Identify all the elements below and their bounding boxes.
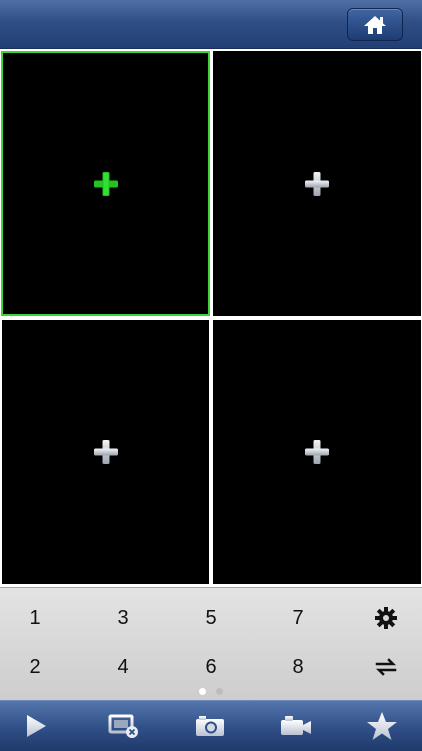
video-slot-1[interactable] <box>1 51 210 316</box>
swap-button[interactable] <box>361 652 411 682</box>
key-4[interactable]: 4 <box>98 652 148 682</box>
home-icon <box>364 15 386 34</box>
bottom-toolbar <box>0 700 422 751</box>
add-icon[interactable] <box>303 438 331 466</box>
settings-button[interactable] <box>361 603 411 633</box>
video-slot-4[interactable] <box>213 320 421 584</box>
video-grid <box>0 49 422 587</box>
camera-icon <box>196 716 224 736</box>
page-dot-1[interactable] <box>199 688 206 695</box>
key-8[interactable]: 8 <box>273 652 323 682</box>
close-stream-icon <box>108 714 138 738</box>
key-1[interactable]: 1 <box>10 603 60 633</box>
star-icon <box>367 712 397 740</box>
add-icon[interactable] <box>92 438 120 466</box>
gear-icon <box>375 607 397 629</box>
play-icon <box>27 715 46 737</box>
favorites-button[interactable] <box>352 701 412 751</box>
page-dot-2[interactable] <box>216 688 223 695</box>
key-5[interactable]: 5 <box>186 603 236 633</box>
home-button[interactable] <box>347 8 403 41</box>
add-icon[interactable] <box>303 170 331 198</box>
video-slot-3[interactable] <box>2 320 209 584</box>
key-6[interactable]: 6 <box>186 652 236 682</box>
top-bar <box>0 0 422 49</box>
play-button[interactable] <box>6 701 66 751</box>
video-slot-2[interactable] <box>213 51 421 316</box>
key-2[interactable]: 2 <box>10 652 60 682</box>
swap-arrows-icon <box>375 658 397 676</box>
add-icon[interactable] <box>92 170 120 198</box>
channel-keypad: 1 3 5 7 2 4 6 8 <box>0 587 422 701</box>
snapshot-button[interactable] <box>180 701 240 751</box>
page-indicator <box>0 688 422 695</box>
key-3[interactable]: 3 <box>98 603 148 633</box>
close-stream-button[interactable] <box>94 701 154 751</box>
record-button[interactable] <box>266 701 326 751</box>
video-camera-icon <box>281 716 311 735</box>
key-7[interactable]: 7 <box>273 603 323 633</box>
